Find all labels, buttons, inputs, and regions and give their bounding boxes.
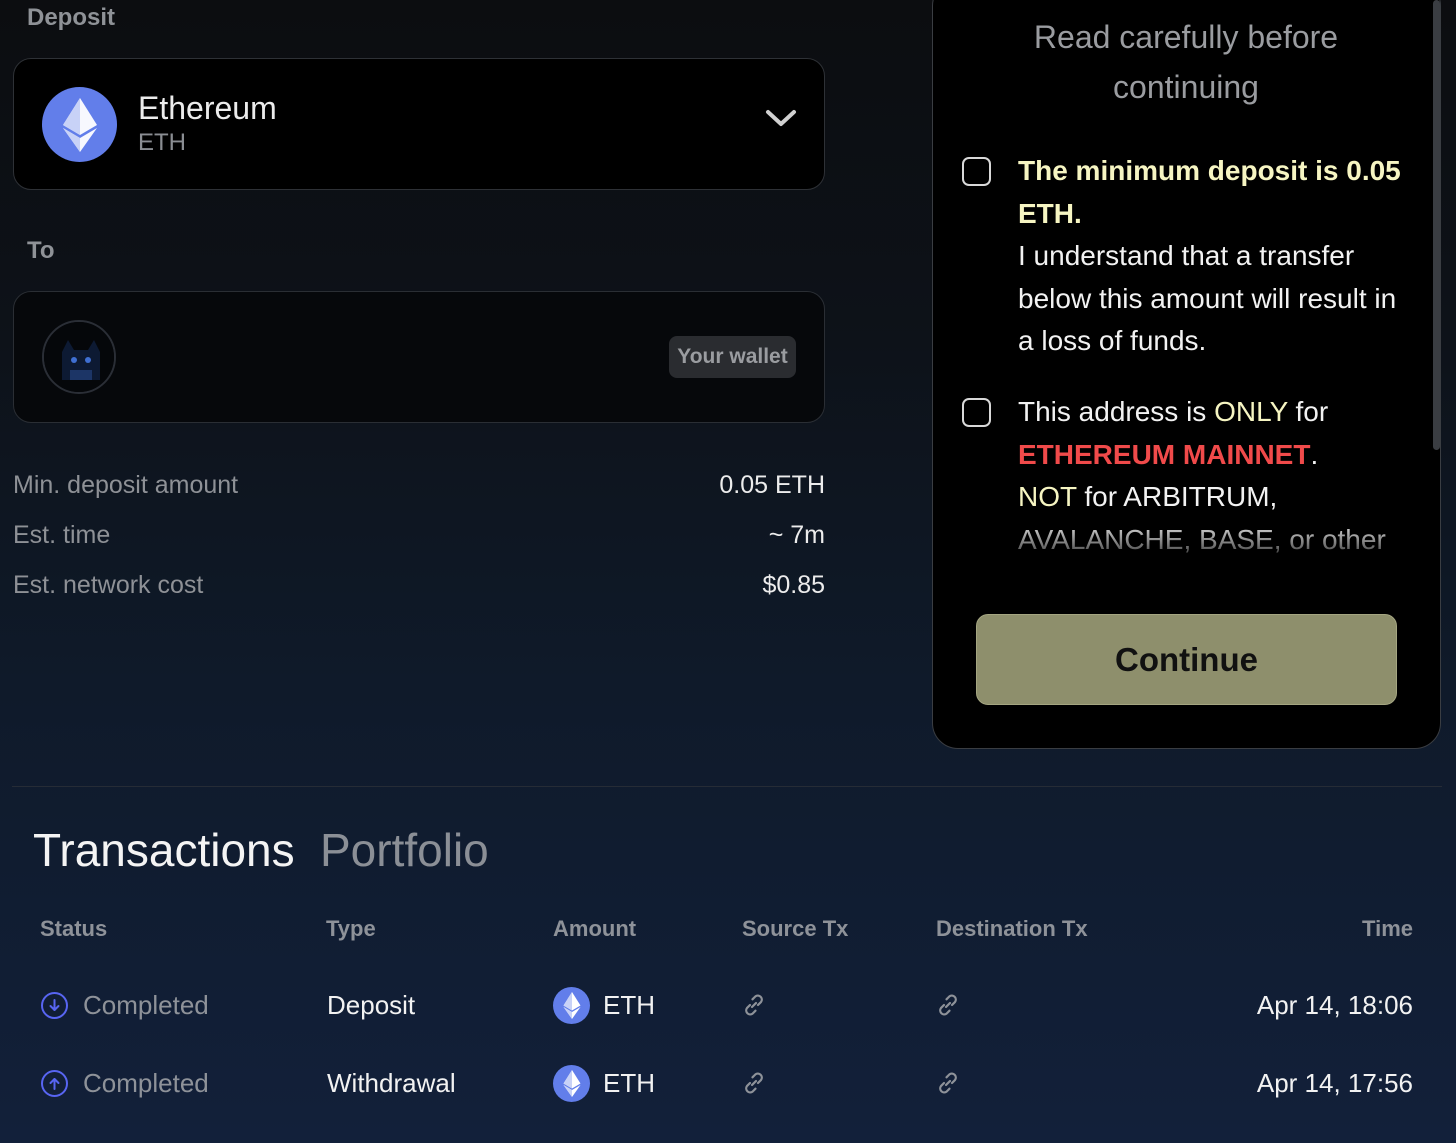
continue-button[interactable]: Continue [976,614,1397,705]
clause-network-not: NOT [1018,481,1077,512]
row-type: Withdrawal [327,1068,456,1098]
min-deposit-value: 0.05 ETH [719,471,825,499]
row-amount: ETH [603,990,655,1020]
header-destination-tx: Destination Tx [936,916,1088,941]
row-status: Completed [83,990,209,1020]
token-selector[interactable] [13,58,825,190]
clause-min-deposit-bold: The minimum deposit is 0.05 ETH. [1018,155,1401,229]
tab-portfolio[interactable]: Portfolio [320,823,489,877]
est-time-label: Est. time [13,521,111,549]
row-status: Completed [83,1068,209,1098]
est-time-value: ~ 7m [768,521,825,549]
header-status: Status [40,916,108,941]
header-source-tx: Source Tx [742,916,849,941]
row-time: Apr 14, 18:06 [1256,990,1413,1020]
clause-network-for: for [1287,396,1329,427]
section-divider [12,786,1442,787]
network-checkbox[interactable] [962,398,991,427]
header-time: Time [1362,916,1413,941]
tab-transactions[interactable]: Transactions [33,823,295,877]
link-icon[interactable] [935,1070,961,1101]
clause-network-pre: This address is [1018,396,1215,427]
to-label: To [27,237,55,264]
clause-network-only: ONLY [1214,396,1288,427]
arrow-down-circle-icon [41,992,68,1019]
link-icon[interactable] [741,1070,767,1101]
deposit-label: Deposit [27,4,116,31]
link-icon[interactable] [741,992,767,1023]
min-deposit-checkbox[interactable] [962,157,991,186]
header-type: Type [326,916,376,941]
your-wallet-badge: Your wallet [669,336,796,378]
arrow-up-circle-icon [41,1070,68,1097]
clause-min-deposit-text: I understand that a transfer below this … [1018,240,1397,356]
clause-min-deposit: The minimum deposit is 0.05 ETH. I under… [1018,150,1418,363]
min-deposit-label: Min. deposit amount [13,471,239,499]
token-name: Ethereum [138,90,277,126]
cat-avatar [42,320,116,394]
scroll-fade [960,520,1430,580]
chevron-down-icon[interactable] [764,108,798,133]
token-symbol: ETH [138,129,186,156]
clause-network-dot: . [1310,438,1319,470]
row-time: Apr 14, 17:56 [1256,1068,1413,1098]
clause-network-name: ETHEREUM MAINNET [1018,438,1311,470]
row-type: Deposit [327,990,416,1020]
modal-scrollbar[interactable] [1433,0,1440,450]
est-cost-label: Est. network cost [13,571,204,599]
ethereum-icon [42,87,117,162]
est-cost-value: $0.85 [762,571,825,599]
header-amount: Amount [553,916,637,941]
ethereum-icon [553,987,590,1024]
link-icon[interactable] [935,992,961,1023]
modal-title: Read carefully before continuing [1033,19,1339,105]
ethereum-icon [553,1065,590,1102]
row-amount: ETH [603,1068,655,1098]
